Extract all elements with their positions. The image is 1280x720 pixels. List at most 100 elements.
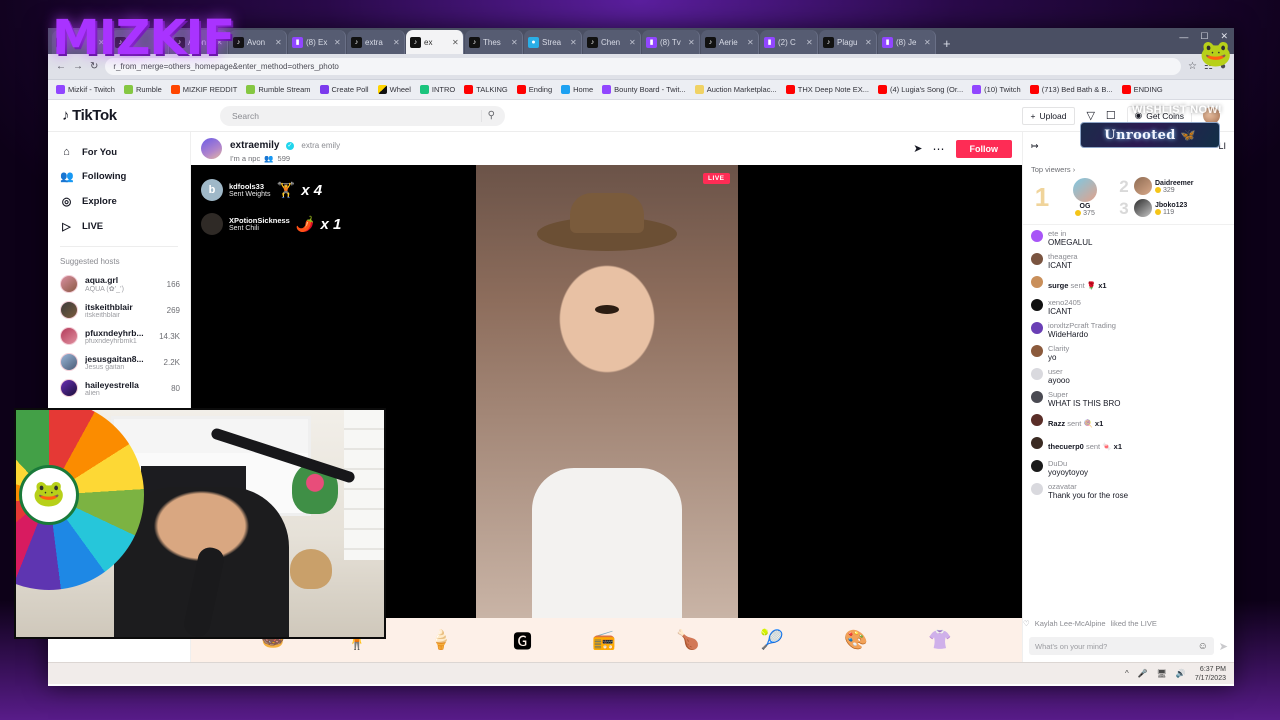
list-item[interactable]: jesusgaitan8... Jesus gaitan 2.2K xyxy=(48,349,190,375)
browser-tab[interactable]: ♪ Avon ✕ xyxy=(229,30,287,54)
follow-button[interactable]: Follow xyxy=(955,139,1012,158)
bookmark-item[interactable]: (10) Twitch xyxy=(972,85,1021,94)
sidebar-item-live[interactable]: ▷ LIVE xyxy=(48,214,190,239)
send-icon[interactable]: ➤ xyxy=(1219,640,1228,653)
browser-tab[interactable]: ♪ Aerie ✕ xyxy=(701,30,759,54)
streamer-avatar[interactable] xyxy=(201,138,222,159)
avatar[interactable] xyxy=(1031,460,1043,472)
tab-close-icon[interactable]: ✕ xyxy=(865,38,872,47)
network-icon[interactable]: 🖥 xyxy=(1157,669,1167,678)
emoji-icon[interactable]: ☺ xyxy=(1198,641,1208,652)
volume-icon[interactable]: 🔊 xyxy=(1176,669,1186,678)
bookmark-item[interactable]: (713) Bed Bath & B... xyxy=(1029,85,1113,94)
tab-close-icon[interactable]: ✕ xyxy=(747,38,754,47)
tab-close-icon[interactable]: ✕ xyxy=(806,38,813,47)
tab-close-icon[interactable]: ✕ xyxy=(688,38,695,47)
gift-item-icon[interactable]: 👚 xyxy=(928,628,952,652)
message-icon[interactable]: ☐ xyxy=(1106,109,1116,122)
minimize-button[interactable]: — xyxy=(1179,32,1188,42)
gift-item-icon[interactable]: 🅶 xyxy=(513,627,532,654)
avatar[interactable] xyxy=(1031,391,1043,403)
bookmark-item[interactable]: Wheel xyxy=(377,85,411,94)
list-item[interactable]: itskeithblair itskeithblair 269 xyxy=(48,297,190,323)
tab-close-icon[interactable]: ✕ xyxy=(629,38,636,47)
avatar[interactable] xyxy=(1031,299,1043,311)
tab-close-icon[interactable]: ✕ xyxy=(275,38,282,47)
bookmark-item[interactable]: Ending xyxy=(516,85,552,94)
clock[interactable]: 6:37 PM 7/17/2023 xyxy=(1195,665,1226,683)
browser-tab[interactable]: ♪ ex ✕ xyxy=(406,30,464,54)
top-viewer-1[interactable]: OG 375 xyxy=(1057,177,1113,217)
tab-close-icon[interactable]: ✕ xyxy=(393,38,400,47)
tab-close-icon[interactable]: ✕ xyxy=(511,38,518,47)
bookmark-item[interactable]: Mizkif - Twitch xyxy=(56,85,115,94)
sidebar-item-explore[interactable]: ◎ Explore xyxy=(48,189,190,214)
sidebar-item-following[interactable]: 👥 Following xyxy=(48,164,190,189)
bookmark-item[interactable]: Create Poll xyxy=(319,85,369,94)
gift-meta: kdfools33 Sent Weights xyxy=(229,182,271,198)
upload-button[interactable]: + Upload xyxy=(1021,106,1076,125)
star-icon[interactable]: ☆ xyxy=(1188,61,1197,72)
list-item[interactable]: haileyestrella alien 80 xyxy=(48,375,190,401)
search-icon[interactable]: ⚲ xyxy=(482,110,501,121)
bookmark-item[interactable]: Rumble Stream xyxy=(246,85,311,94)
more-icon[interactable]: ⋯ xyxy=(933,142,946,156)
address-bar[interactable]: r_from_merge=others_homepage&enter_metho… xyxy=(105,58,1182,75)
bookmark-item[interactable]: THX Deep Note EX... xyxy=(785,85,869,94)
chevron-up-icon[interactable]: ^ xyxy=(1125,669,1129,678)
list-item[interactable]: aqua.grl AQUA (✿’_’) 166 xyxy=(48,271,190,297)
gift-item-icon[interactable]: 🍦 xyxy=(429,628,453,652)
browser-tab[interactable]: ● Strea ✕ xyxy=(524,30,582,54)
tiktok-logo[interactable]: ♪ TikTok xyxy=(62,107,178,124)
new-tab-button[interactable]: + xyxy=(937,36,957,54)
share-icon[interactable]: ➤ xyxy=(913,142,922,155)
bookmark-item[interactable]: Auction Marketplac... xyxy=(694,85,777,94)
gift-item-icon[interactable]: 📻 xyxy=(592,628,616,652)
gift-item-icon[interactable]: 🍗 xyxy=(676,628,700,652)
browser-tab[interactable]: ♪ Plagu ✕ xyxy=(819,30,877,54)
avatar[interactable] xyxy=(1031,483,1043,495)
browser-tab[interactable]: ♪ Chen ✕ xyxy=(583,30,641,54)
streamer-username[interactable]: extraemily xyxy=(230,140,279,151)
avatar[interactable] xyxy=(1031,437,1043,449)
tab-close-icon[interactable]: ✕ xyxy=(570,38,577,47)
avatar[interactable] xyxy=(1031,368,1043,380)
inbox-icon[interactable]: ▽ xyxy=(1086,109,1094,122)
bookmark-item[interactable]: Rumble xyxy=(123,85,162,94)
browser-tab[interactable]: ♪ extra ✕ xyxy=(347,30,405,54)
gift-item-icon[interactable]: 🎨 xyxy=(844,628,868,652)
tiktok-icon: ♪ xyxy=(705,36,716,48)
bookmark-item[interactable]: TALKING xyxy=(464,85,508,94)
avatar[interactable] xyxy=(1031,345,1043,357)
bookmark-item[interactable]: INTRO xyxy=(419,85,455,94)
browser-tab[interactable]: ▮ (8) Tv ✕ xyxy=(642,30,700,54)
list-item[interactable]: pfuxndeyhrb... pfuxndeyhrbmk1 14.3K xyxy=(48,323,190,349)
search-input[interactable]: Search ⚲ xyxy=(220,105,505,126)
sidebar-item-for-you[interactable]: ⌂ For You xyxy=(48,140,190,164)
chat-input[interactable]: What's on your mind? ☺ xyxy=(1029,637,1214,655)
avatar[interactable] xyxy=(1031,253,1043,265)
browser-tab[interactable]: ♪ Thes ✕ xyxy=(465,30,523,54)
top-viewers-label[interactable]: Top viewers › xyxy=(1031,165,1226,174)
avatar[interactable] xyxy=(1031,322,1043,334)
avatar[interactable] xyxy=(1031,414,1043,426)
browser-tab[interactable]: ▮ (8) Je ✕ xyxy=(878,30,936,54)
avatar[interactable] xyxy=(1031,230,1043,242)
browser-tab[interactable]: ▮ (8) Ex ✕ xyxy=(288,30,346,54)
bookmark-item[interactable]: MIZKIF REDDIT xyxy=(170,85,237,94)
gift-item-icon[interactable]: 🎾 xyxy=(760,628,784,652)
top-viewer-3[interactable]: 3 Jboko123 119 xyxy=(1117,199,1194,217)
bookmark-item[interactable]: (4) Lugia's Song (Or... xyxy=(878,85,963,94)
browser-tab[interactable]: ▮ (2) C ✕ xyxy=(760,30,818,54)
expand-icon[interactable]: ↦ xyxy=(1031,141,1039,152)
top-viewer-2[interactable]: 2 Daidreemer 329 xyxy=(1117,177,1194,195)
tab-close-icon[interactable]: ✕ xyxy=(452,38,459,47)
bookmark-item[interactable]: Home xyxy=(561,85,593,94)
tab-close-icon[interactable]: ✕ xyxy=(334,38,341,47)
avatar[interactable] xyxy=(1031,276,1043,288)
gift-toast: b kdfools33 Sent Weights 🏋️ x 4 xyxy=(201,179,322,201)
tab-close-icon[interactable]: ✕ xyxy=(924,38,931,47)
bookmark-item[interactable]: ENDING xyxy=(1121,85,1163,94)
mic-icon[interactable]: 🎤 xyxy=(1138,669,1148,678)
bookmark-item[interactable]: Bounty Board - Twit... xyxy=(602,85,686,94)
